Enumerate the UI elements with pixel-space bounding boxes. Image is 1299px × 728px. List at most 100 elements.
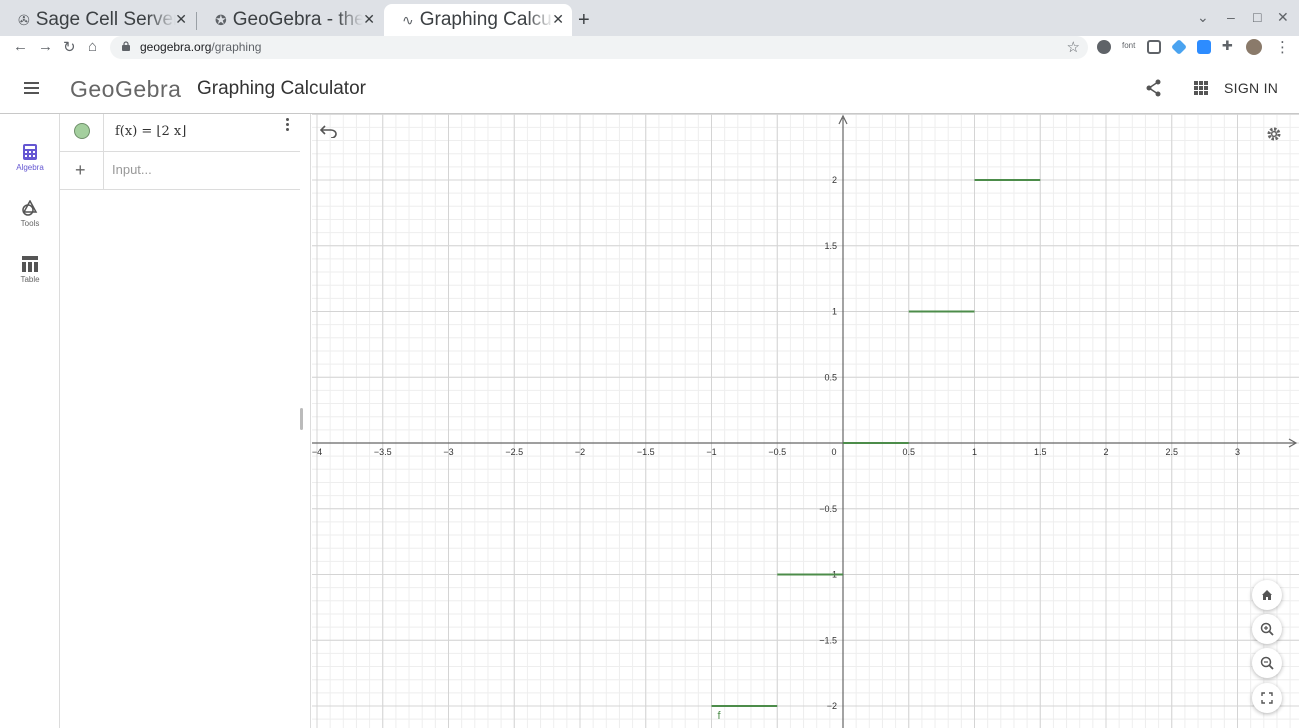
tab-title: GeoGebra - the world xyxy=(232,9,363,30)
x-tick-label: 3 xyxy=(1235,447,1240,457)
bookmark-star-icon[interactable]: ☆ xyxy=(1067,38,1080,56)
new-tab-icon[interactable]: + xyxy=(578,9,590,32)
table-icon xyxy=(22,256,38,272)
minor-grid xyxy=(312,114,1299,728)
tools-icon xyxy=(22,200,38,216)
geogebra-logo[interactable]: GeoGebra xyxy=(70,76,181,103)
x-tick-label: −3 xyxy=(443,447,453,457)
address-bar: ← → ↻ ⌂ geogebra.org/graphing ☆ font ✚ ⋮ xyxy=(0,36,1299,60)
calculator-icon xyxy=(23,144,37,160)
avatar[interactable] xyxy=(1246,39,1262,55)
home-icon xyxy=(1262,590,1272,600)
home-view-button[interactable] xyxy=(1252,580,1282,610)
x-tick-label: −0.5 xyxy=(768,447,786,457)
input-row[interactable]: + Input... xyxy=(60,152,300,190)
x-tick-label: −3.5 xyxy=(374,447,392,457)
x-tick-label: 2.5 xyxy=(1165,447,1178,457)
zoom-in-button[interactable] xyxy=(1252,614,1282,644)
zoom-in-icon xyxy=(1260,622,1274,636)
x-tick-label: 0.5 xyxy=(902,447,915,457)
x-tick-label: −2.5 xyxy=(505,447,523,457)
rail-item-tools[interactable]: Tools xyxy=(0,200,60,228)
browser-tab-bar: ✇ Sage Cell Server ✕ ✪ GeoGebra - the wo… xyxy=(0,0,1299,36)
page-title: Graphing Calculator xyxy=(197,78,366,99)
x-tick-labels: −4 −3.5 −3 −2.5 −2 −1.5 −1 −0.5 0 0.5 1 1.5 2 2.5 3 xyxy=(312,447,1240,457)
tab-geogebra[interactable]: ✪ GeoGebra - the world ✕ xyxy=(197,4,383,36)
lock-icon xyxy=(122,41,130,51)
marble-cell xyxy=(60,114,104,151)
maximize-icon[interactable]: □ xyxy=(1253,9,1261,25)
x-tick-label: 0 xyxy=(831,447,836,457)
close-icon[interactable]: ✕ xyxy=(363,11,375,28)
rail-label: Algebra xyxy=(16,163,44,172)
browser-menu-icon[interactable]: ⋮ xyxy=(1275,38,1290,56)
omnibox[interactable]: geogebra.org/graphing ☆ xyxy=(110,36,1088,59)
rail-item-algebra[interactable]: Algebra xyxy=(0,144,60,172)
back-icon[interactable]: ← xyxy=(13,38,28,55)
tab-graphing-calculator[interactable]: ∿ Graphing Calculator ✕ xyxy=(384,4,572,36)
y-tick-label: 2 xyxy=(832,175,837,185)
graph-canvas[interactable]: −4 −3.5 −3 −2.5 −2 −1.5 −1 −0.5 0 0.5 1 1.5 2 2.5 3 2 1… xyxy=(312,114,1299,728)
tab-title: Sage Cell Server xyxy=(35,9,176,30)
apps-grid-icon[interactable] xyxy=(1194,81,1208,95)
x-tick-label: −1 xyxy=(706,447,716,457)
extension-icon[interactable] xyxy=(1097,40,1111,54)
close-window-icon[interactable]: ✕ xyxy=(1277,9,1289,26)
tab-title: Graphing Calculator xyxy=(419,9,554,30)
panel-resize-handle[interactable] xyxy=(300,408,303,430)
algebra-input[interactable]: Input... xyxy=(112,162,152,177)
algebra-row[interactable]: f(x) = ⌊2 x⌋ xyxy=(60,114,300,152)
algebra-view: f(x) = ⌊2 x⌋ + Input... xyxy=(60,114,311,728)
x-tick-label: 1 xyxy=(972,447,977,457)
function-definition[interactable]: f(x) = ⌊2 x⌋ xyxy=(115,124,186,139)
minimize-icon[interactable]: – xyxy=(1227,9,1235,25)
close-icon[interactable]: ✕ xyxy=(175,11,187,28)
y-tick-label: −2 xyxy=(827,701,837,711)
geogebra-icon: ✪ xyxy=(215,11,227,28)
x-tick-label: −4 xyxy=(312,447,322,457)
tab-search-icon[interactable]: ⌄ xyxy=(1197,9,1209,26)
share-icon[interactable] xyxy=(1145,79,1163,97)
side-rail: Algebra Tools Table xyxy=(0,114,60,728)
zoom-extension-icon[interactable] xyxy=(1197,40,1211,54)
plus-icon[interactable]: + xyxy=(75,160,86,181)
visibility-toggle[interactable] xyxy=(74,123,90,139)
y-tick-label: −0.5 xyxy=(819,504,837,514)
marble-cell: + xyxy=(60,152,104,189)
close-icon[interactable]: ✕ xyxy=(552,11,564,28)
forward-icon[interactable]: → xyxy=(38,38,53,55)
font-extension-icon[interactable]: font xyxy=(1122,41,1135,50)
undo-icon[interactable] xyxy=(320,124,338,138)
zoom-out-icon xyxy=(1260,656,1274,670)
fullscreen-button[interactable] xyxy=(1252,683,1282,713)
rail-label: Table xyxy=(20,275,40,284)
y-tick-label: 1 xyxy=(832,307,837,317)
y-tick-label: 1.5 xyxy=(824,241,837,251)
reload-icon[interactable]: ↻ xyxy=(63,38,76,56)
fullscreen-icon xyxy=(1261,692,1273,704)
menu-icon[interactable] xyxy=(24,82,39,97)
home-icon[interactable]: ⌂ xyxy=(88,38,97,55)
tab-sage-cell[interactable]: ✇ Sage Cell Server ✕ xyxy=(0,4,195,36)
x-tick-label: 1.5 xyxy=(1034,447,1047,457)
more-options-icon[interactable] xyxy=(286,118,290,133)
x-tick-label: −2 xyxy=(575,447,585,457)
extension-icon[interactable] xyxy=(1147,40,1161,54)
sign-in-button[interactable]: SIGN IN xyxy=(1224,80,1278,96)
geogebra-graphing-icon: ∿ xyxy=(402,11,414,28)
extension-icon[interactable] xyxy=(1171,39,1187,55)
y-tick-label: 0.5 xyxy=(824,372,837,382)
x-tick-label: −1.5 xyxy=(637,447,655,457)
gear-icon[interactable] xyxy=(1266,126,1282,142)
rail-label: Tools xyxy=(20,219,40,228)
zoom-out-button[interactable] xyxy=(1252,648,1282,678)
graphics-view[interactable]: −4 −3.5 −3 −2.5 −2 −1.5 −1 −0.5 0 0.5 1 1.5 2 2.5 3 2 1… xyxy=(312,114,1299,728)
app-header: GeoGebra Graphing Calculator SIGN IN xyxy=(0,62,1299,114)
url-text: geogebra.org/graphing xyxy=(140,40,262,54)
sage-icon: ✇ xyxy=(18,11,30,28)
function-label: f xyxy=(718,710,722,722)
x-tick-label: 2 xyxy=(1103,447,1108,457)
rail-item-table[interactable]: Table xyxy=(0,256,60,284)
y-tick-label: −1.5 xyxy=(819,635,837,645)
puzzle-icon[interactable]: ✚ xyxy=(1222,38,1236,53)
